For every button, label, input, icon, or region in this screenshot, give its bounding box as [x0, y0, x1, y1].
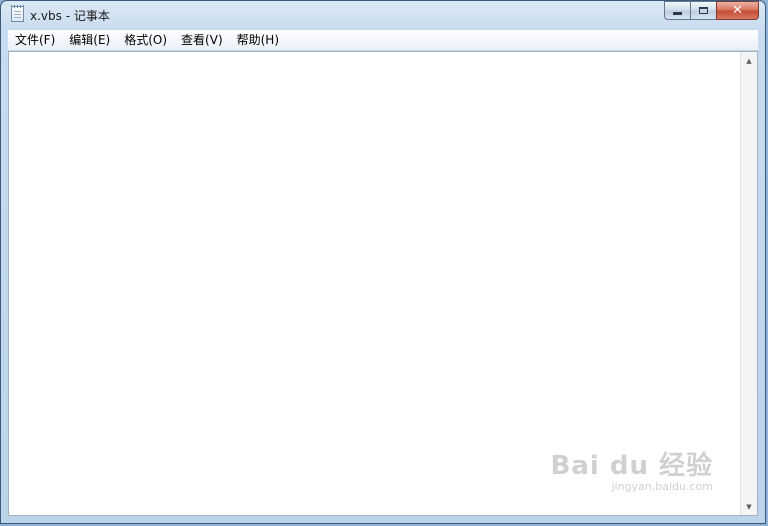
watermark-logo: Bai du 经验: [550, 451, 713, 481]
minimize-icon: [673, 12, 682, 15]
menu-edit[interactable]: 编辑(E): [62, 30, 117, 50]
title-bar[interactable]: x.vbs - 记事本 ✕: [1, 1, 765, 29]
notepad-icon[interactable]: [11, 5, 24, 22]
arrow-up-icon: ▲: [746, 56, 752, 65]
text-editor-area: ▲ ▼ Bai du 经验 jingyan.baidu.com: [8, 51, 758, 516]
caption-buttons: ✕: [664, 1, 759, 21]
vertical-scrollbar[interactable]: ▲ ▼: [740, 52, 757, 515]
notepad-window: x.vbs - 记事本 ✕ 文件(F) 编辑(E) 格式(O) 查看(V) 帮助…: [0, 0, 766, 524]
arrow-down-icon: ▼: [746, 502, 752, 511]
menu-bar: 文件(F) 编辑(E) 格式(O) 查看(V) 帮助(H): [8, 30, 758, 51]
window-title: x.vbs - 记事本: [30, 9, 110, 23]
maximize-button[interactable]: [690, 1, 716, 20]
maximize-icon: [699, 7, 708, 14]
close-icon: ✕: [732, 3, 743, 18]
menu-file[interactable]: 文件(F): [8, 30, 62, 50]
menu-format[interactable]: 格式(O): [117, 30, 174, 50]
menu-help[interactable]: 帮助(H): [230, 30, 286, 50]
scroll-down-button[interactable]: ▼: [741, 498, 757, 515]
minimize-button[interactable]: [664, 1, 690, 20]
close-button[interactable]: ✕: [716, 1, 759, 20]
scroll-up-button[interactable]: ▲: [741, 52, 757, 69]
menu-view[interactable]: 查看(V): [174, 30, 230, 50]
baidu-watermark: Bai du 经验 jingyan.baidu.com: [551, 445, 714, 493]
